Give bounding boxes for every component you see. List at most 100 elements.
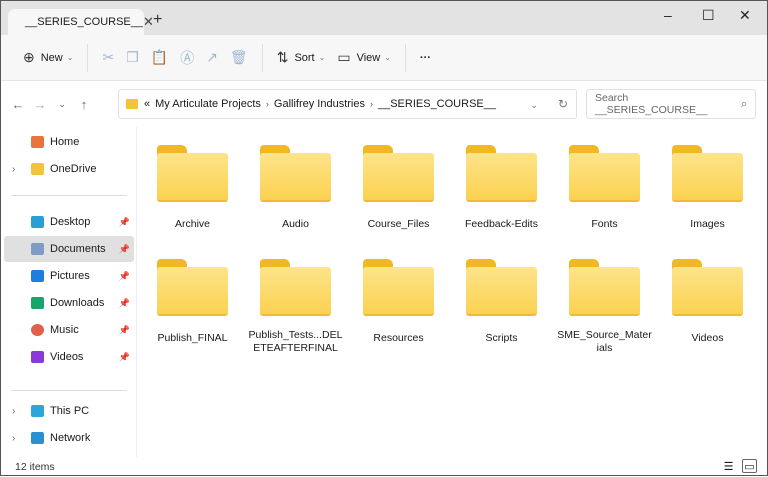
folder-name: Publish_FINAL	[145, 332, 241, 345]
large-icons-view-icon[interactable]: ▭	[742, 459, 757, 473]
sidebar-item-music[interactable]: Music📌	[4, 317, 134, 343]
breadcrumb-overflow[interactable]: «	[144, 98, 150, 110]
close-button[interactable]: ✕	[739, 7, 751, 24]
sidebar-item-label: Documents	[50, 243, 106, 255]
pin-icon[interactable]: 📌	[119, 217, 130, 228]
folder-item[interactable]: Publish_FINAL	[141, 255, 244, 355]
tab-title: __SERIES_COURSE__	[25, 16, 143, 28]
pin-icon[interactable]: 📌	[119, 352, 130, 363]
up-arrow-icon[interactable]: ↑	[73, 97, 95, 112]
sidebar-item-videos[interactable]: Videos📌	[4, 344, 134, 370]
pin-icon[interactable]: 📌	[119, 298, 130, 309]
folder-icon	[363, 259, 434, 316]
back-arrow-icon[interactable]: ←	[7, 97, 29, 112]
breadcrumb-item[interactable]: Gallifrey Industries	[274, 98, 365, 110]
new-button[interactable]: ⊕New⌄	[17, 43, 79, 73]
tab-strip: __SERIES_COURSE__ ✕ + – ☐ ✕	[1, 1, 767, 35]
copy-button[interactable]: ❐	[120, 43, 145, 73]
folder-item[interactable]: Fonts	[553, 141, 656, 241]
paste-button[interactable]: 📋	[145, 43, 174, 73]
new-tab-button[interactable]: +	[153, 11, 162, 29]
address-actions: ⌄↻	[530, 97, 568, 111]
folder-name: Publish_Tests...DELETEAFTERFINAL	[248, 329, 344, 355]
pin-icon[interactable]: 📌	[119, 271, 130, 282]
view-switcher: ☰ ▭	[721, 459, 757, 473]
breadcrumb-item[interactable]: __SERIES_COURSE__	[378, 98, 496, 110]
details-view-icon[interactable]: ☰	[721, 459, 736, 473]
pin-icon[interactable]: 📌	[119, 325, 130, 336]
minimize-button[interactable]: –	[664, 7, 672, 23]
file-grid: Archive Audio Course_FilesFeedback-Edits Fo…	[141, 141, 761, 355]
status-bar: 12 items	[1, 457, 767, 477]
sidebar-item-documents[interactable]: Documents 📌	[4, 236, 134, 262]
share-button[interactable]: ↗	[200, 43, 224, 73]
folder-item[interactable]: Publish_Tests...DELETEAFTERFINAL	[244, 255, 347, 355]
sidebar-item-network[interactable]: › Network	[4, 425, 134, 451]
breadcrumb-item[interactable]: My Articulate Projects	[155, 98, 261, 110]
search-box[interactable]: Search __SERIES_COURSE__ ⌕	[586, 89, 756, 119]
search-icon: ⌕	[741, 98, 747, 111]
sidebar-item-onedrive[interactable]: ›OneDrive	[4, 156, 134, 182]
rename-button[interactable]: Ⓐ	[174, 43, 200, 73]
sidebar-item-this-pc[interactable]: ›This PC	[4, 398, 134, 424]
folder-icon	[31, 163, 44, 175]
expand-chevron-icon[interactable]: ›	[12, 164, 15, 175]
home-icon	[31, 136, 44, 148]
history-dropdown-icon[interactable]: ⌄	[530, 100, 538, 110]
divider	[11, 390, 127, 391]
folder-icon	[569, 259, 640, 313]
folder-icon	[672, 259, 743, 316]
recent-chevron-icon[interactable]: ⌄	[51, 99, 73, 110]
folder-icon	[363, 145, 434, 202]
network-icon	[31, 432, 44, 444]
divider	[11, 195, 127, 196]
folder-item[interactable]: Archive	[141, 141, 244, 241]
copy-icon: ❐	[126, 49, 139, 66]
sidebar-item-label: Home	[50, 136, 79, 148]
tab-series-course[interactable]: __SERIES_COURSE__ ✕	[8, 9, 144, 35]
folder-item[interactable]: Videos	[656, 255, 759, 355]
view-button[interactable]: ▭View⌄	[331, 43, 397, 73]
forward-arrow-icon[interactable]: →	[29, 97, 51, 112]
sidebar-item-home[interactable]: Home	[4, 129, 134, 155]
delete-button[interactable]: 🗑	[224, 43, 254, 73]
sidebar-item-label: Desktop	[50, 216, 90, 228]
sidebar-item-pictures[interactable]: Pictures 📌	[4, 263, 134, 289]
folder-item[interactable]: Audio	[244, 141, 347, 241]
folder-name: Course_Files	[351, 218, 447, 231]
address-bar[interactable]: « My Articulate Projects› Gallifrey Indu…	[118, 89, 577, 119]
share-icon: ↗	[206, 49, 218, 66]
refresh-icon[interactable]: ↻	[558, 97, 568, 111]
folder-item[interactable]: Feedback-Edits	[450, 141, 553, 241]
folder-name: Audio	[248, 218, 344, 231]
folder-item[interactable]: Images	[656, 141, 759, 241]
expand-chevron-icon[interactable]: ›	[12, 406, 15, 417]
folder-name: Archive	[145, 218, 241, 231]
plus-circle-icon: ⊕	[23, 49, 35, 66]
folder-item[interactable]: Course_Files	[347, 141, 450, 241]
monitor-icon: ▭	[337, 49, 350, 66]
folder-item[interactable]: SME_Source_Materials	[553, 255, 656, 355]
pin-icon[interactable]: 📌	[119, 244, 130, 255]
folder-icon	[672, 145, 743, 202]
folder-name: Fonts	[557, 218, 653, 231]
expand-chevron-icon[interactable]: ›	[12, 433, 15, 444]
sidebar-item-label: Pictures	[50, 270, 90, 282]
folder-icon	[260, 145, 331, 202]
videos-icon	[31, 351, 44, 363]
folder-icon	[157, 145, 228, 202]
scissors-icon: ✂	[102, 49, 114, 66]
sort-label: Sort	[294, 52, 314, 64]
sidebar-item-downloads[interactable]: Downloads📌	[4, 290, 134, 316]
paste-icon: 📋	[151, 49, 168, 66]
folder-item[interactable]: Resources	[347, 255, 450, 355]
sidebar-item-desktop[interactable]: Desktop 📌	[4, 209, 134, 235]
folder-item[interactable]: Scripts	[450, 255, 553, 355]
sort-button[interactable]: ⇅Sort⌄	[271, 43, 332, 73]
cut-button[interactable]: ✂	[96, 43, 120, 73]
navigation-pane: Home ›OneDrive Desktop 📌 Documents 📌 Pictu…	[1, 127, 137, 457]
more-options-button[interactable]: ···	[414, 43, 437, 73]
folder-icon	[466, 145, 537, 202]
maximize-button[interactable]: ☐	[702, 7, 715, 24]
sidebar-item-label: Network	[50, 432, 90, 444]
